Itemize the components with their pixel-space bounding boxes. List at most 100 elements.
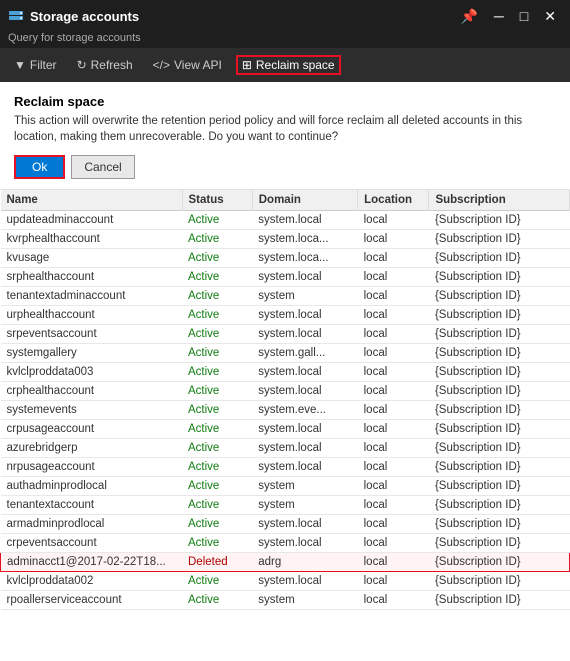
cell-status: Active (182, 439, 252, 458)
col-header-status: Status (182, 190, 252, 211)
table-row[interactable]: adminacct1@2017-02-22T18... Deleted adrg… (1, 553, 570, 572)
cell-domain: system.local (252, 306, 357, 325)
cell-name: crpusageaccount (1, 420, 183, 439)
ok-button[interactable]: Ok (14, 155, 65, 179)
table-row[interactable]: tenantextadminaccount Active system loca… (1, 287, 570, 306)
minimize-button[interactable]: ─ (488, 6, 510, 26)
cell-domain: system (252, 496, 357, 515)
cell-status: Active (182, 496, 252, 515)
table-row[interactable]: systemgallery Active system.gall... loca… (1, 344, 570, 363)
cell-location: local (358, 401, 429, 420)
pin-button[interactable]: 📌 (454, 6, 483, 26)
cell-location: local (358, 325, 429, 344)
table-row[interactable]: nrpusageaccount Active system.local loca… (1, 458, 570, 477)
reclaim-panel: Reclaim space This action will overwrite… (0, 82, 570, 190)
cell-name: crphealthaccount (1, 382, 183, 401)
cell-status: Active (182, 287, 252, 306)
cell-location: local (358, 363, 429, 382)
cell-domain: system.local (252, 572, 357, 591)
cell-subscription: {Subscription ID} (429, 249, 570, 268)
cell-name: srphealthaccount (1, 268, 183, 287)
table-body: updateadminaccount Active system.local l… (1, 211, 570, 610)
table-row[interactable]: updateadminaccount Active system.local l… (1, 211, 570, 230)
table-row[interactable]: rpoallerserviceaccount Active system loc… (1, 591, 570, 610)
cell-name: crpeventsaccount (1, 534, 183, 553)
table-row[interactable]: armadminprodlocal Active system.local lo… (1, 515, 570, 534)
cell-subscription: {Subscription ID} (429, 496, 570, 515)
cell-location: local (358, 553, 429, 572)
table-row[interactable]: srpeventsaccount Active system.local loc… (1, 325, 570, 344)
cell-domain: system (252, 287, 357, 306)
content-area: Reclaim space This action will overwrite… (0, 82, 570, 661)
reclaim-icon: ⊞ (242, 58, 252, 72)
window-title: Storage accounts (30, 9, 139, 24)
cell-domain: system.local (252, 439, 357, 458)
cell-name: urphealthaccount (1, 306, 183, 325)
view-api-button[interactable]: </> View API (147, 55, 228, 75)
cell-status: Active (182, 211, 252, 230)
cell-subscription: {Subscription ID} (429, 344, 570, 363)
cell-location: local (358, 268, 429, 287)
filter-button[interactable]: ▼ Filter (8, 55, 63, 75)
cell-name: adminacct1@2017-02-22T18... (1, 553, 183, 572)
cell-status: Active (182, 458, 252, 477)
cell-subscription: {Subscription ID} (429, 230, 570, 249)
reclaim-description: This action will overwrite the retention… (14, 113, 556, 145)
maximize-button[interactable]: □ (514, 6, 534, 26)
table-row[interactable]: systemevents Active system.eve... local … (1, 401, 570, 420)
cell-domain: system.eve... (252, 401, 357, 420)
cell-name: kvlclproddata002 (1, 572, 183, 591)
table-row[interactable]: crpeventsaccount Active system.local loc… (1, 534, 570, 553)
cell-name: kvusage (1, 249, 183, 268)
table-row[interactable]: crphealthaccount Active system.local loc… (1, 382, 570, 401)
cell-subscription: {Subscription ID} (429, 382, 570, 401)
refresh-button[interactable]: ↻ Refresh (71, 55, 139, 75)
table-row[interactable]: kvusage Active system.loca... local {Sub… (1, 249, 570, 268)
cell-location: local (358, 496, 429, 515)
cell-domain: system.local (252, 325, 357, 344)
cell-status: Deleted (182, 553, 252, 572)
table-row[interactable]: kvrphealthaccount Active system.loca... … (1, 230, 570, 249)
cell-location: local (358, 287, 429, 306)
cancel-button[interactable]: Cancel (71, 155, 134, 179)
table-row[interactable]: srphealthaccount Active system.local loc… (1, 268, 570, 287)
table-row[interactable]: crpusageaccount Active system.local loca… (1, 420, 570, 439)
cell-name: systemgallery (1, 344, 183, 363)
col-header-location: Location (358, 190, 429, 211)
cell-status: Active (182, 477, 252, 496)
table-row[interactable]: azurebridgerp Active system.local local … (1, 439, 570, 458)
cell-subscription: {Subscription ID} (429, 211, 570, 230)
cell-name: tenantextadminaccount (1, 287, 183, 306)
cell-location: local (358, 477, 429, 496)
cell-location: local (358, 344, 429, 363)
table-container[interactable]: Name Status Domain Location Subscription… (0, 190, 570, 661)
reclaim-space-button[interactable]: ⊞ Reclaim space (236, 55, 341, 75)
table-row[interactable]: tenantextaccount Active system local {Su… (1, 496, 570, 515)
table-row[interactable]: urphealthaccount Active system.local loc… (1, 306, 570, 325)
title-controls: 📌 ─ □ ✕ (454, 6, 562, 26)
cell-location: local (358, 591, 429, 610)
cell-domain: system.local (252, 268, 357, 287)
cell-status: Active (182, 230, 252, 249)
cell-name: authadminprodlocal (1, 477, 183, 496)
cell-status: Active (182, 572, 252, 591)
table-row[interactable]: authadminprodlocal Active system local {… (1, 477, 570, 496)
cell-subscription: {Subscription ID} (429, 420, 570, 439)
cell-subscription: {Subscription ID} (429, 268, 570, 287)
cell-name: armadminprodlocal (1, 515, 183, 534)
table-row[interactable]: kvlclproddata002 Active system.local loc… (1, 572, 570, 591)
cell-status: Active (182, 363, 252, 382)
cell-location: local (358, 572, 429, 591)
cell-location: local (358, 230, 429, 249)
close-button[interactable]: ✕ (538, 6, 562, 26)
cell-location: local (358, 420, 429, 439)
cell-domain: system.local (252, 515, 357, 534)
cell-subscription: {Subscription ID} (429, 515, 570, 534)
cell-location: local (358, 306, 429, 325)
refresh-icon: ↻ (77, 58, 87, 72)
window-subtitle: Query for storage accounts (0, 32, 570, 48)
cell-domain: system.local (252, 420, 357, 439)
table-row[interactable]: kvlclproddata003 Active system.local loc… (1, 363, 570, 382)
cell-name: azurebridgerp (1, 439, 183, 458)
cell-name: srpeventsaccount (1, 325, 183, 344)
